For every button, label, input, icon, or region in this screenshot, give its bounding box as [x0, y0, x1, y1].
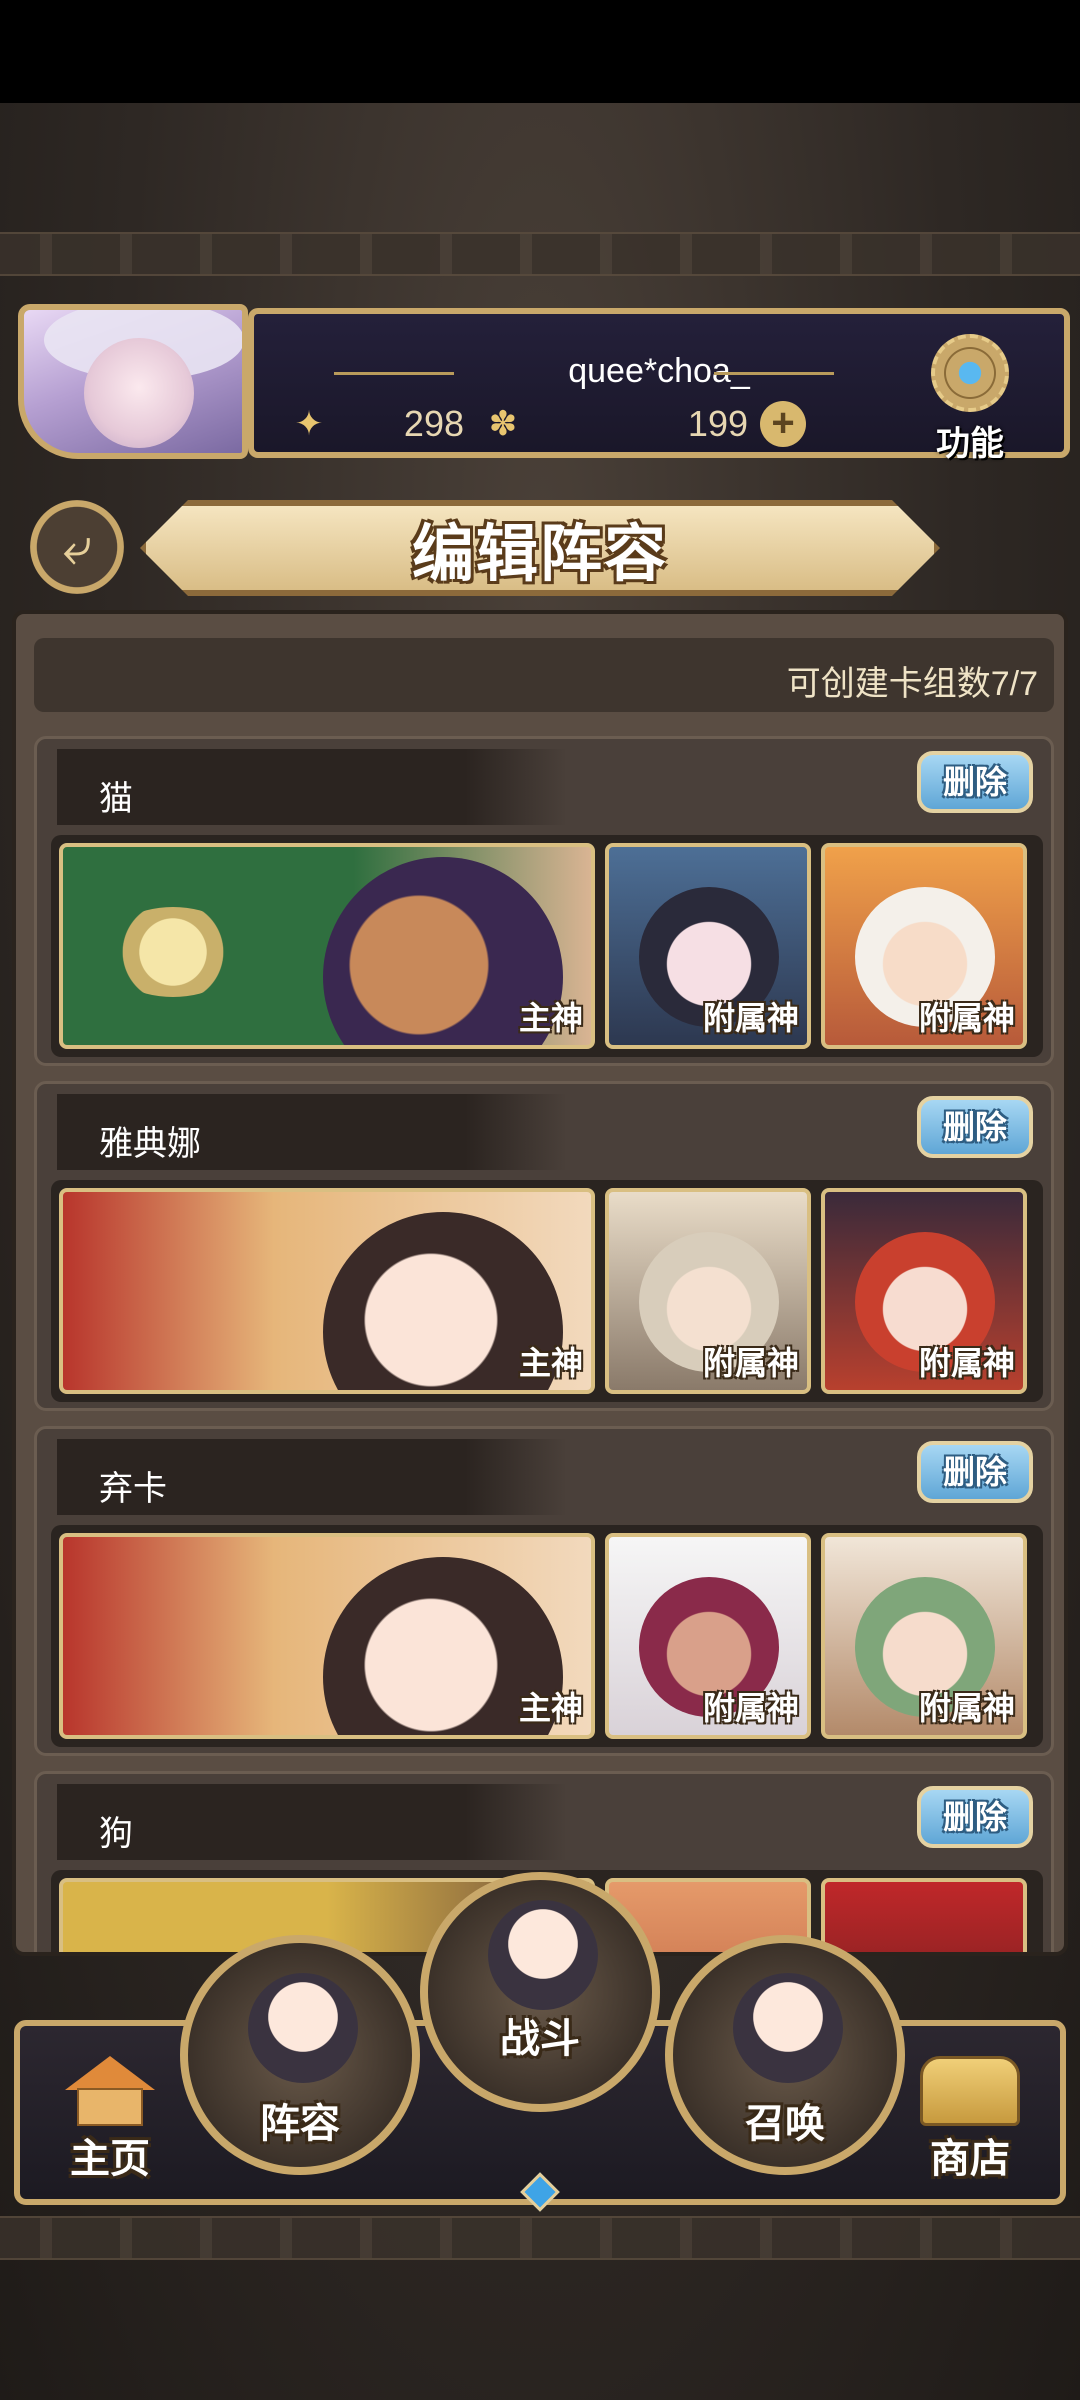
sub-god-card[interactable]: 附属神 — [821, 843, 1027, 1049]
delete-button[interactable]: 删除 — [917, 1441, 1033, 1503]
deck-name: 弃卡 — [99, 1470, 167, 1508]
deck-list-panel: 可创建卡组数7/7 猫 删除 主神 附属神 附属神 雅典娜 删除 主神 附属神 … — [12, 610, 1068, 1956]
deck-name-bar: 猫 — [57, 749, 567, 825]
delete-button[interactable]: 删除 — [917, 1096, 1033, 1158]
deck-name-bar: 狗 — [57, 1784, 567, 1860]
main-god-card[interactable]: 主神 — [59, 1533, 595, 1739]
chibi-character — [733, 1973, 843, 2083]
house-icon — [65, 2056, 155, 2126]
house-roof — [65, 2056, 155, 2090]
card-row: 主神 附属神 附属神 — [51, 835, 1043, 1057]
main-god-label: 主神 — [518, 1345, 583, 1381]
sub-god-label: 附属神 — [918, 1000, 1015, 1036]
deck-card[interactable]: 猫 删除 主神 附属神 附属神 — [34, 736, 1054, 1066]
deck-card[interactable]: 弃卡 删除 主神 附属神 附属神 — [34, 1426, 1054, 1756]
main-god-card[interactable]: 主神 — [59, 1188, 595, 1394]
ornament-band-top — [0, 232, 1080, 276]
sub-god-label: 附属神 — [702, 1000, 799, 1036]
page-title: 编辑阵容 — [411, 520, 668, 589]
title-banner: 编辑阵容 — [140, 500, 940, 596]
sub-god-label: 附属神 — [918, 1690, 1015, 1726]
nav-summon-label: 召唤 — [745, 2102, 825, 2146]
chibi-character — [248, 1973, 358, 2083]
nav-home-label: 主页 — [70, 2137, 150, 2181]
status-bar — [0, 0, 1080, 103]
deck-name: 狗 — [99, 1815, 133, 1853]
sub-god-card[interactable]: 附属神 — [821, 1533, 1027, 1739]
nav-summon[interactable]: 召唤 — [665, 1935, 905, 2175]
sub-god-card[interactable]: 附属神 — [605, 1188, 811, 1394]
ornament-band-bottom — [0, 2216, 1080, 2260]
resource-row: ✦ 298 ✽ 199 + — [284, 396, 844, 452]
deck-name: 雅典娜 — [99, 1125, 201, 1163]
name-divider-right — [714, 372, 834, 375]
resource-2-value: 199 — [687, 403, 748, 444]
deck-count-bar: 可创建卡组数7/7 — [34, 638, 1054, 712]
deck-name-bar: 弃卡 — [57, 1439, 567, 1515]
sub-god-label: 附属神 — [702, 1345, 799, 1381]
deck-name-bar: 雅典娜 — [57, 1094, 567, 1170]
back-button[interactable]: ⤶ — [30, 500, 124, 594]
house-body — [77, 2088, 143, 2126]
sub-god-card[interactable]: 附属神 — [605, 1533, 811, 1739]
player-header: quee*choa_ ✦ 298 ✽ 199 + 功能 — [10, 296, 1070, 466]
function-label: 功能 — [936, 425, 1004, 463]
resource-1-value: 298 — [403, 403, 464, 444]
function-button[interactable]: 功能 — [920, 334, 1020, 463]
delete-button[interactable]: 删除 — [917, 751, 1033, 813]
sub-god-label: 附属神 — [918, 1345, 1015, 1381]
deck-count-text: 可创建卡组数7/7 — [786, 665, 1038, 703]
player-avatar[interactable] — [18, 304, 248, 459]
gear-icon — [931, 334, 1009, 412]
treasure-chest-icon — [920, 2056, 1020, 2126]
back-arrow-icon: ⤶ — [62, 517, 92, 576]
sub-god-label: 附属神 — [702, 1690, 799, 1726]
nav-lineup[interactable]: 阵容 — [180, 1935, 420, 2175]
card-row: 主神 附属神 附属神 — [51, 1180, 1043, 1402]
nav-shop[interactable]: 商店 — [900, 2056, 1040, 2184]
sub-god-card[interactable] — [821, 1878, 1027, 1952]
sub-god-card[interactable]: 附属神 — [605, 843, 811, 1049]
avatar-face — [84, 338, 194, 448]
nav-shop-label: 商店 — [930, 2137, 1010, 2181]
main-god-card[interactable]: 主神 — [59, 843, 595, 1049]
deck-card[interactable]: 雅典娜 删除 主神 附属神 附属神 — [34, 1081, 1054, 1411]
nav-home[interactable]: 主页 — [40, 2056, 180, 2184]
deck-name: 猫 — [99, 780, 133, 818]
delete-button[interactable]: 删除 — [917, 1786, 1033, 1848]
add-currency-button[interactable]: + — [760, 401, 806, 447]
nav-battle[interactable]: 战斗 — [420, 1872, 660, 2112]
nav-lineup-label: 阵容 — [260, 2102, 340, 2146]
card-row: 主神 附属神 附属神 — [51, 1525, 1043, 1747]
lotus-emblem-icon — [103, 907, 243, 997]
flame-icon: ✦ — [294, 405, 324, 443]
player-info-panel: quee*choa_ ✦ 298 ✽ 199 + 功能 — [248, 308, 1070, 463]
main-god-label: 主神 — [518, 1690, 583, 1726]
nav-battle-label: 战斗 — [500, 2017, 580, 2061]
sub-god-card[interactable]: 附属神 — [821, 1188, 1027, 1394]
chibi-character — [488, 1900, 598, 2010]
butterfly-icon: ✽ — [488, 405, 518, 443]
main-god-label: 主神 — [518, 1000, 583, 1036]
